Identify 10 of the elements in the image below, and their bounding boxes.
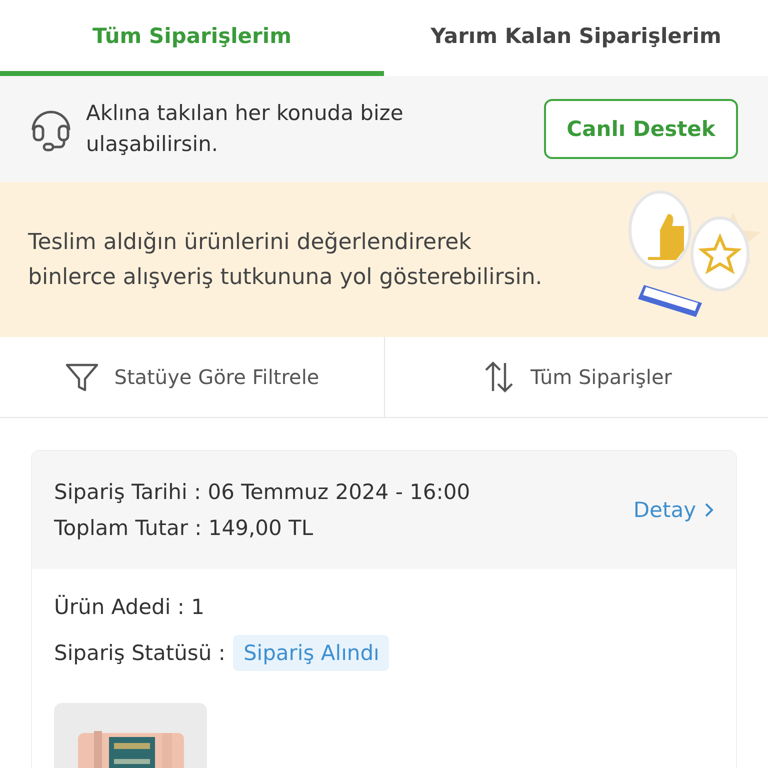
support-text: Aklına takılan her konuda bize ulaşabilirsin. (86, 100, 404, 158)
live-support-button[interactable]: Canlı Destek (544, 99, 738, 159)
order-total: Toplam Tutar : 149,00 TL (54, 516, 314, 540)
tab[interactable]: Yarım Kalan Siparişlerim (384, 0, 768, 76)
item-count: Ürün Adedi : 1 (54, 595, 204, 619)
order-date: Sipariş Tarihi : 06 Temmuz 2024 - 16:00 (54, 480, 472, 504)
status-badge: Sipariş Alındı (233, 635, 390, 671)
banner-text: Teslim aldığın ürünlerini değerlendirerek binlerce alışveriş tutkununa yol gösterebilirsin. (28, 228, 544, 292)
status-label: Sipariş Statüsü : (54, 641, 226, 665)
chevron-right-icon (704, 502, 714, 518)
